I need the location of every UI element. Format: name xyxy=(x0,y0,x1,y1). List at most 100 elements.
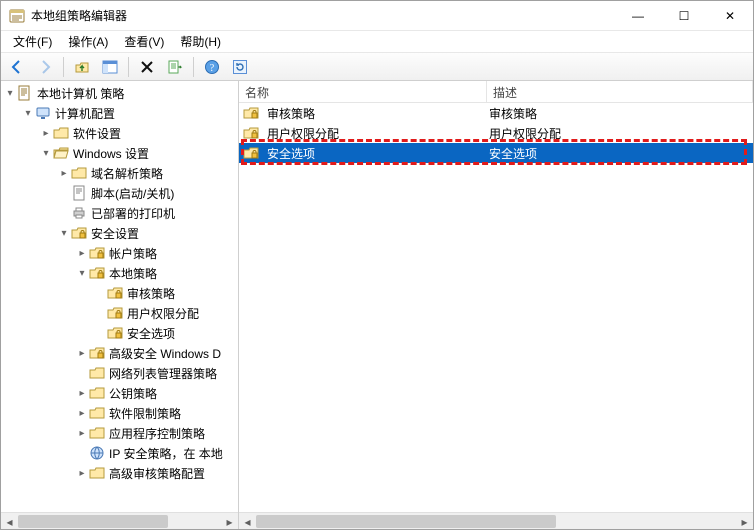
tree-label: 高级安全 Windows D xyxy=(109,345,221,362)
tree-label: 网络列表管理器策略 xyxy=(109,365,217,382)
tree-label: 安全选项 xyxy=(127,325,175,342)
scroll-right-icon: ▸ xyxy=(221,513,238,530)
tree-node-public-key[interactable]: ▸公钥策略 xyxy=(1,383,238,403)
close-icon: ✕ xyxy=(725,9,735,23)
toolbar-help-button[interactable]: ? xyxy=(200,55,224,79)
tree-node-security-options[interactable]: ▸安全选项 xyxy=(1,323,238,343)
folder-icon xyxy=(53,125,69,141)
scroll-thumb[interactable] xyxy=(256,515,556,528)
menu-help[interactable]: 帮助(H) xyxy=(172,31,229,52)
folder-icon xyxy=(89,465,105,481)
scroll-left-icon: ◂ xyxy=(239,513,256,530)
tree-node-wfas[interactable]: ▸高级安全 Windows D xyxy=(1,343,238,363)
tree-node-nlm[interactable]: ▸网络列表管理器策略 xyxy=(1,363,238,383)
toolbar-refresh-button[interactable] xyxy=(228,55,252,79)
tree-node-ipsec[interactable]: ▸IP 安全策略，在 本地 xyxy=(1,443,238,463)
tree-node-srp[interactable]: ▸软件限制策略 xyxy=(1,403,238,423)
scroll-thumb[interactable] xyxy=(18,515,168,528)
computer-icon xyxy=(35,105,51,121)
toolbar-back-button[interactable] xyxy=(5,55,29,79)
tree-node-root[interactable]: ▾本地计算机 策略 xyxy=(1,83,238,103)
menu-file[interactable]: 文件(F) xyxy=(5,31,60,52)
tree-label: 已部署的打印机 xyxy=(91,205,175,222)
folder-icon xyxy=(89,425,105,441)
tree-node-deployed-printers[interactable]: ▸已部署的打印机 xyxy=(1,203,238,223)
list-row[interactable]: 用户权限分配用户权限分配 xyxy=(239,123,753,143)
list-row[interactable]: 安全选项安全选项 xyxy=(239,143,753,163)
list-row[interactable]: 审核策略 审核策略 xyxy=(239,103,753,123)
row-name: 安全选项 xyxy=(267,145,315,162)
svg-text:?: ? xyxy=(210,63,215,74)
back-arrow-icon xyxy=(9,59,25,75)
tree-node-user-rights[interactable]: ▸用户权限分配 xyxy=(1,303,238,323)
folder-icon xyxy=(89,405,105,421)
tree-node-audit-policy[interactable]: ▸审核策略 xyxy=(1,283,238,303)
refresh-icon xyxy=(232,59,248,75)
folder-lock-icon xyxy=(89,245,105,261)
menubar: 文件(F) 操作(A) 查看(V) 帮助(H) xyxy=(1,31,753,53)
tree-node-computer-config[interactable]: ▾计算机配置 xyxy=(1,103,238,123)
app-icon xyxy=(9,8,25,24)
folder-lock-icon xyxy=(107,305,123,321)
tree-node-account-policies[interactable]: ▸帐户策略 xyxy=(1,243,238,263)
help-icon: ? xyxy=(204,59,220,75)
tree-node-windows-settings[interactable]: ▾Windows 设置 xyxy=(1,143,238,163)
column-header-desc[interactable]: 描述 xyxy=(487,81,753,102)
content-area: ▾本地计算机 策略 ▾计算机配置 ▸软件设置 ▾Windows 设置 ▸域名解析… xyxy=(1,81,753,529)
folder-open-icon xyxy=(53,145,69,161)
tree-node-adv-audit[interactable]: ▸高级审核策略配置 xyxy=(1,463,238,483)
column-header-name[interactable]: 名称 xyxy=(239,81,487,102)
tree-hscrollbar[interactable]: ◂ ▸ xyxy=(1,512,238,529)
tree-node-scripts[interactable]: ▸脚本(启动/关机) xyxy=(1,183,238,203)
toolbar-show-hide-tree-button[interactable] xyxy=(98,55,122,79)
toolbar-forward-button[interactable] xyxy=(33,55,57,79)
tree-label: 审核策略 xyxy=(127,285,175,302)
scroll-left-icon: ◂ xyxy=(1,513,18,530)
tree-node-name-res-policy[interactable]: ▸域名解析策略 xyxy=(1,163,238,183)
list-hscrollbar[interactable]: ◂ ▸ xyxy=(239,512,753,529)
row-desc: 审核策略 xyxy=(487,105,753,122)
tree-node-local-policies[interactable]: ▾本地策略 xyxy=(1,263,238,283)
tree-node-security-settings[interactable]: ▾安全设置 xyxy=(1,223,238,243)
toolbar-export-button[interactable] xyxy=(163,55,187,79)
folder-lock-icon xyxy=(243,145,259,161)
tree-label: 软件设置 xyxy=(73,125,121,142)
window-title: 本地组策略编辑器 xyxy=(31,7,127,24)
menu-action[interactable]: 操作(A) xyxy=(60,31,116,52)
script-icon xyxy=(71,185,87,201)
close-button[interactable]: ✕ xyxy=(707,1,753,31)
folder-icon xyxy=(89,385,105,401)
toolbar-separator xyxy=(63,57,64,77)
ipsec-icon xyxy=(89,445,105,461)
tree-label: IP 安全策略，在 本地 xyxy=(109,445,223,462)
toolbar-separator xyxy=(128,57,129,77)
folder-lock-icon xyxy=(107,285,123,301)
maximize-button[interactable]: ☐ xyxy=(661,1,707,31)
row-desc: 用户权限分配 xyxy=(487,125,753,142)
delete-icon xyxy=(139,59,155,75)
row-name: 审核策略 xyxy=(267,105,315,122)
tree-view[interactable]: ▾本地计算机 策略 ▾计算机配置 ▸软件设置 ▾Windows 设置 ▸域名解析… xyxy=(1,81,238,512)
toolbar: ? xyxy=(1,53,753,81)
toolbar-separator xyxy=(193,57,194,77)
tree-label: 用户权限分配 xyxy=(127,305,199,322)
toolbar-delete-button[interactable] xyxy=(135,55,159,79)
up-folder-icon xyxy=(74,59,90,75)
tree-node-app-control[interactable]: ▸应用程序控制策略 xyxy=(1,423,238,443)
tree-label: 公钥策略 xyxy=(109,385,157,402)
folder-lock-icon xyxy=(243,125,259,141)
doc-icon xyxy=(17,85,33,101)
titlebar: 本地组策略编辑器 — ☐ ✕ xyxy=(1,1,753,31)
tree-label: 域名解析策略 xyxy=(91,165,163,182)
export-list-icon xyxy=(167,59,183,75)
minimize-button[interactable]: — xyxy=(615,1,661,31)
tree-label: 软件限制策略 xyxy=(109,405,181,422)
folder-lock-icon xyxy=(243,105,259,121)
list-body[interactable]: 审核策略 审核策略用户权限分配用户权限分配安全选项安全选项 xyxy=(239,103,753,512)
menu-view[interactable]: 查看(V) xyxy=(116,31,172,52)
folder-lock-icon xyxy=(107,325,123,341)
forward-arrow-icon xyxy=(37,59,53,75)
tree-node-software-settings[interactable]: ▸软件设置 xyxy=(1,123,238,143)
tree-label: 本地计算机 策略 xyxy=(37,85,124,102)
toolbar-up-button[interactable] xyxy=(70,55,94,79)
